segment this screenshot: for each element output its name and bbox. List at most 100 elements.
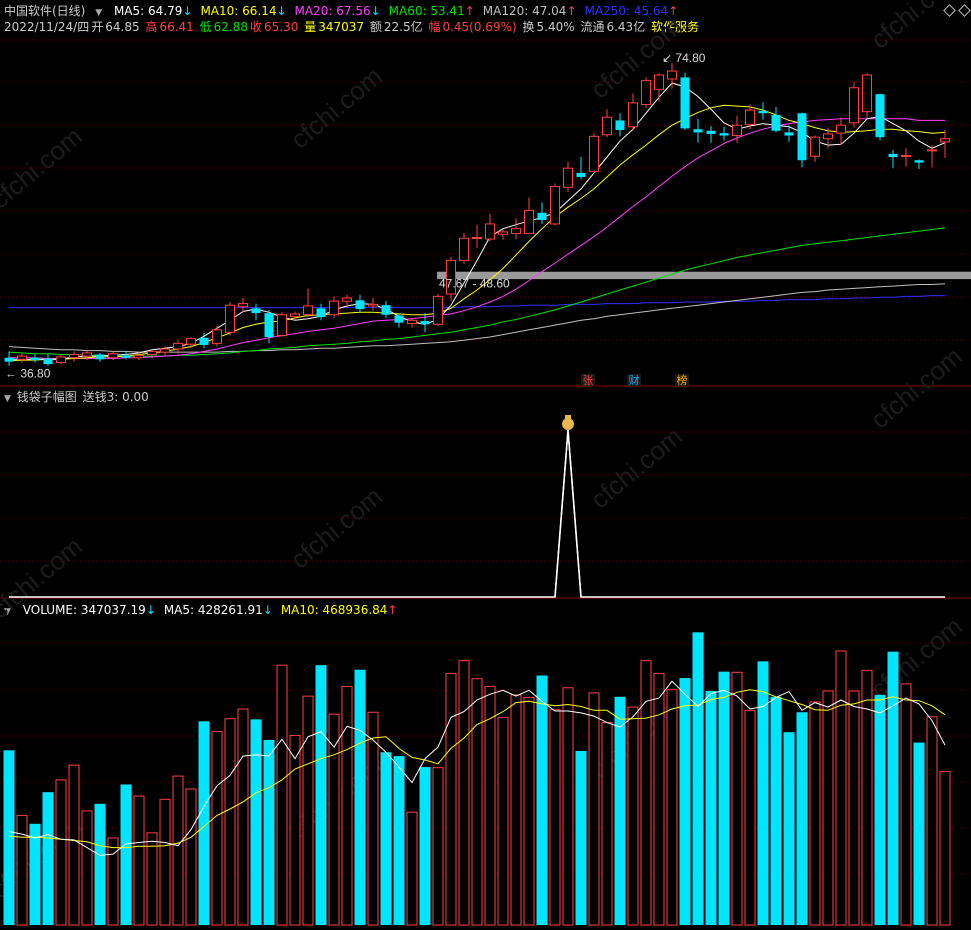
candle-body	[381, 305, 391, 315]
volume-bar	[692, 632, 704, 925]
candle-body	[251, 308, 261, 314]
candle-body	[394, 315, 404, 323]
candle-body	[927, 149, 937, 152]
volume-bar	[380, 752, 392, 925]
candle-body	[667, 70, 677, 80]
volume-bar	[900, 683, 912, 926]
event-marker[interactable]: 张	[583, 374, 594, 387]
candle-body	[914, 160, 924, 163]
candle-body	[745, 109, 755, 125]
volume-bar	[68, 764, 80, 926]
candle-body	[303, 305, 313, 316]
volume-bar	[432, 767, 444, 926]
candle-body	[758, 110, 768, 114]
volume-bar	[705, 690, 717, 925]
candle-body	[771, 114, 781, 131]
candle-body	[160, 348, 170, 353]
candle-body	[199, 337, 209, 345]
volume-bar	[523, 696, 535, 926]
volume-bar	[874, 694, 886, 925]
volume-bar	[250, 719, 262, 925]
volume-bar	[120, 784, 132, 925]
volume-bar	[94, 803, 106, 925]
watermark-text: cfchi.com	[865, 0, 968, 55]
candle-body	[30, 357, 40, 361]
candle-body	[836, 124, 846, 134]
candle-body	[524, 209, 534, 234]
watermark-text: cfchi.com	[0, 121, 88, 215]
volume-bar	[718, 671, 730, 925]
volume-bar	[627, 706, 639, 926]
volume-bar	[549, 709, 561, 926]
volume-bar	[536, 675, 548, 925]
candle-body	[277, 314, 287, 336]
candle-body	[901, 154, 911, 157]
candle-body	[563, 167, 573, 188]
candle-body	[849, 87, 859, 124]
candle-body	[238, 303, 248, 308]
volume-bar	[497, 716, 509, 926]
volume-bar	[185, 788, 197, 926]
volume-bar	[835, 650, 847, 926]
volume-bar	[679, 678, 691, 925]
volume-bar	[731, 671, 743, 926]
candle-body	[355, 300, 365, 310]
candle-body	[147, 350, 157, 356]
indicator-peak-right	[567, 429, 582, 598]
stock-chart[interactable]: cfchi.com cfchi.com cfchi.com cfchi.com cfch…	[0, 0, 971, 930]
candle-body	[212, 329, 222, 344]
watermark-text: cfchi.com	[865, 611, 968, 705]
candle-body	[342, 297, 352, 302]
candle-body	[797, 113, 807, 161]
candle-body	[511, 228, 521, 234]
range-band	[437, 271, 971, 280]
candle-body	[95, 354, 105, 360]
volume-bar	[744, 709, 756, 926]
high-price-label: ↙ 74.80	[662, 51, 706, 65]
range-label: 47.67 - 48.60	[439, 277, 510, 291]
candle-body	[472, 236, 482, 239]
candle-body	[732, 124, 742, 137]
money-bag-icon	[562, 415, 574, 430]
candle-body	[316, 308, 326, 318]
volume-bar	[3, 750, 15, 925]
candle-body	[121, 355, 131, 358]
candle-body	[875, 94, 885, 138]
volume-bar	[81, 810, 93, 926]
candle-body	[186, 338, 196, 345]
volume-bar	[172, 775, 184, 926]
money-bag-body	[562, 418, 574, 430]
money-bag-neck	[565, 415, 571, 419]
candle-body	[628, 102, 638, 128]
volume-bar	[289, 734, 301, 926]
candle-body	[823, 133, 833, 140]
watermark-text: cfchi.com	[285, 61, 388, 155]
candle-body	[615, 120, 625, 130]
candle-body	[407, 319, 417, 324]
candle-body	[368, 303, 378, 307]
watermark-text: cfchi.com	[0, 531, 88, 625]
volume-bar	[276, 664, 288, 926]
volume-bar	[445, 673, 457, 926]
volume-bar	[237, 708, 249, 926]
candle-body	[940, 138, 950, 143]
candle-body	[69, 354, 79, 359]
event-marker[interactable]: 财	[629, 373, 640, 387]
volume-bar	[757, 661, 769, 925]
candle-body	[654, 74, 664, 90]
volume-bar	[822, 690, 834, 926]
volume-bar	[419, 767, 431, 925]
indicator-peak-left	[554, 429, 569, 598]
volume-bar	[484, 685, 496, 926]
volume-bar	[783, 732, 795, 925]
volume-bar	[770, 696, 782, 925]
volume-bar	[887, 651, 899, 925]
volume-bar	[55, 779, 67, 926]
event-marker[interactable]: 榜	[677, 373, 688, 387]
candle-body	[459, 237, 469, 262]
candle-body	[264, 313, 274, 338]
volume-bar	[16, 814, 28, 926]
candle-body	[537, 212, 547, 220]
volume-bar	[666, 689, 678, 926]
low-price-label: ← 36.80	[5, 367, 51, 381]
